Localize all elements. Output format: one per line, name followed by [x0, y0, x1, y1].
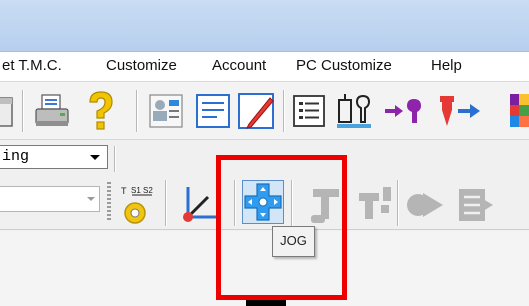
bottom-object — [246, 300, 286, 306]
main-toolbar — [0, 82, 529, 140]
open-icon[interactable] — [0, 92, 16, 130]
toolbar-grip[interactable] — [107, 182, 111, 222]
tool-offset-measure-icon[interactable]: T S1 S2 — [118, 183, 158, 225]
menu-item-help[interactable]: Help — [431, 57, 462, 74]
toolbar-separator — [283, 90, 285, 132]
toolbar-separator — [22, 90, 24, 132]
menu-item-pc-customize[interactable]: PC Customize — [296, 57, 392, 74]
highlight-box — [216, 155, 347, 300]
menu-bar: et T.M.C. Customize Account PC Customize… — [0, 52, 529, 82]
program-icon — [459, 189, 493, 221]
tool-change-2-icon — [359, 187, 391, 219]
help-icon[interactable] — [85, 90, 117, 132]
svg-text:T: T — [121, 186, 127, 196]
toolbar-separator — [165, 180, 167, 226]
tool-combo-box[interactable] — [0, 186, 100, 212]
chevron-down-icon[interactable] — [89, 150, 101, 164]
color-grid-icon[interactable] — [508, 92, 529, 130]
tool-offset-icon[interactable] — [436, 92, 484, 130]
menu-item-customize[interactable]: Customize — [106, 57, 177, 74]
svg-text:S1: S1 — [131, 186, 141, 195]
menu-item-account[interactable]: Account — [212, 57, 266, 74]
svg-text:S2: S2 — [143, 186, 153, 195]
menu-item-tmc[interactable]: et T.M.C. — [2, 57, 62, 74]
title-bar — [0, 0, 529, 52]
list-icon[interactable] — [291, 93, 327, 129]
tool-setup-icon[interactable] — [335, 92, 375, 130]
tool-transfer-icon[interactable] — [383, 96, 427, 126]
edit-icon[interactable] — [237, 92, 277, 132]
mode-select[interactable]: ing — [0, 145, 108, 169]
toolbar-separator — [114, 146, 116, 172]
list-edit-icon[interactable] — [195, 93, 231, 129]
toolbar-separator — [397, 180, 399, 226]
mode-select-value: ing — [2, 148, 30, 165]
toolbar-separator — [136, 90, 138, 132]
card-icon[interactable] — [148, 93, 184, 129]
print-icon[interactable] — [33, 92, 71, 130]
arrow-icon — [407, 193, 443, 217]
chevron-down-icon[interactable] — [86, 193, 96, 205]
